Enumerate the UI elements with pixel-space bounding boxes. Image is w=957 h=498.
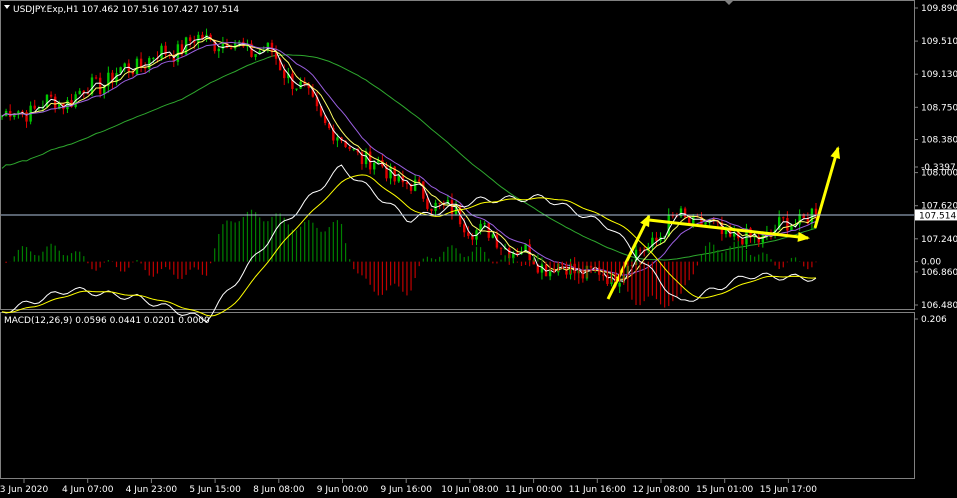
time-tick-label: 4 Jun 23:00 xyxy=(126,485,178,495)
candle-body xyxy=(467,232,470,236)
price-tick-label: 107.240 xyxy=(921,235,957,245)
candle-body xyxy=(152,57,155,59)
candle-body xyxy=(471,235,474,240)
price-tick-label: 106.480 xyxy=(921,301,957,311)
time-tick-label: 15 Jun 01:00 xyxy=(696,485,753,495)
candle-body xyxy=(487,223,490,238)
candle-body xyxy=(655,237,658,241)
candle-body xyxy=(397,176,400,182)
time-axis: 3 Jun 2020 4 Jun 07:00 4 Jun 23:00 5 Jun 15… xyxy=(0,479,817,495)
macd-panel[interactable] xyxy=(0,312,915,479)
candle-body xyxy=(254,54,257,57)
candle-body xyxy=(336,137,339,141)
time-tick-label: 3 Jun 2020 xyxy=(0,485,48,495)
candle-body xyxy=(53,96,57,110)
time-tick-label: 9 Jun 00:00 xyxy=(317,485,369,495)
candle-body xyxy=(25,112,28,122)
candle-body xyxy=(348,147,351,149)
candle-body xyxy=(438,202,441,204)
chart-canvas[interactable]: 109.890109.510109.130108.750108.380108.0… xyxy=(0,0,957,498)
candle-body xyxy=(283,70,286,79)
candle-body xyxy=(692,216,695,225)
candle-body xyxy=(683,208,687,218)
candle-body xyxy=(78,90,81,95)
candle-body xyxy=(94,77,98,79)
candle-body xyxy=(491,234,495,238)
time-tick-label: 11 Jun 00:00 xyxy=(505,485,562,495)
candle-body xyxy=(483,223,486,225)
candle-body xyxy=(638,249,642,251)
candle-body xyxy=(160,45,163,59)
candle-body xyxy=(197,34,200,43)
time-tick-label: 4 Jun 07:00 xyxy=(62,485,114,495)
candle-body xyxy=(389,166,392,179)
candle-body xyxy=(299,81,302,89)
candle-body xyxy=(479,223,482,231)
macd-tick-label: 0.206 xyxy=(921,315,947,325)
candle-body xyxy=(0,116,4,118)
price-tick-label: 108.380 xyxy=(921,136,957,146)
candle-body xyxy=(123,63,126,68)
candle-body xyxy=(217,48,220,52)
candle-body xyxy=(499,247,503,249)
candle-body xyxy=(516,252,519,255)
candle-body xyxy=(33,105,36,109)
candle-body xyxy=(667,215,670,237)
current-price-label: 107.514 xyxy=(919,211,956,221)
candle-body xyxy=(426,198,429,209)
candle-body xyxy=(814,208,818,215)
candle-body xyxy=(188,37,192,42)
candle-body xyxy=(295,88,298,90)
time-tick-label: 11 Jun 16:00 xyxy=(569,485,626,495)
candle-body xyxy=(98,77,102,95)
candle-body xyxy=(418,179,421,182)
price-tick-label: 106.860 xyxy=(921,268,957,278)
candle-body xyxy=(782,217,785,219)
chart-title: USDJPY.Exp,H1 107.462 107.516 107.427 10… xyxy=(13,5,239,15)
time-tick-label: 9 Jun 16:00 xyxy=(380,485,432,495)
candle-body xyxy=(741,238,744,245)
macd-tick-label: 0.00 xyxy=(921,258,941,268)
candle-body xyxy=(430,208,433,211)
candle-body xyxy=(86,93,90,95)
candle-body xyxy=(45,94,49,107)
candle-body xyxy=(704,222,707,225)
price-tick-label: 109.130 xyxy=(921,70,957,80)
time-tick-label: 10 Jun 08:00 xyxy=(441,485,498,495)
candle-body xyxy=(373,162,376,170)
price-tick-label: 109.510 xyxy=(921,37,957,47)
candle-body xyxy=(422,181,425,199)
time-tick-label: 15 Jun 17:00 xyxy=(760,485,817,495)
candle-body xyxy=(229,47,233,49)
macd-tick-label: -0.3397 xyxy=(921,163,956,173)
candle-body xyxy=(786,217,789,231)
main-chart-panel[interactable] xyxy=(0,0,915,310)
candle-body xyxy=(143,67,147,69)
macd-title: MACD(12,26,9) 0.0596 0.0441 0.0201 0.000… xyxy=(4,316,210,326)
time-tick-label: 5 Jun 15:00 xyxy=(189,485,241,495)
candle-body xyxy=(618,282,621,287)
time-tick-label: 12 Jun 08:00 xyxy=(632,485,689,495)
candle-body xyxy=(135,58,139,75)
price-tick-label: 109.890 xyxy=(921,4,957,14)
candle-body xyxy=(49,94,53,97)
price-tick-label: 108.750 xyxy=(921,103,957,113)
candle-body xyxy=(463,224,466,233)
candle-body xyxy=(761,235,765,243)
time-tick-label: 8 Jun 08:00 xyxy=(253,485,305,495)
